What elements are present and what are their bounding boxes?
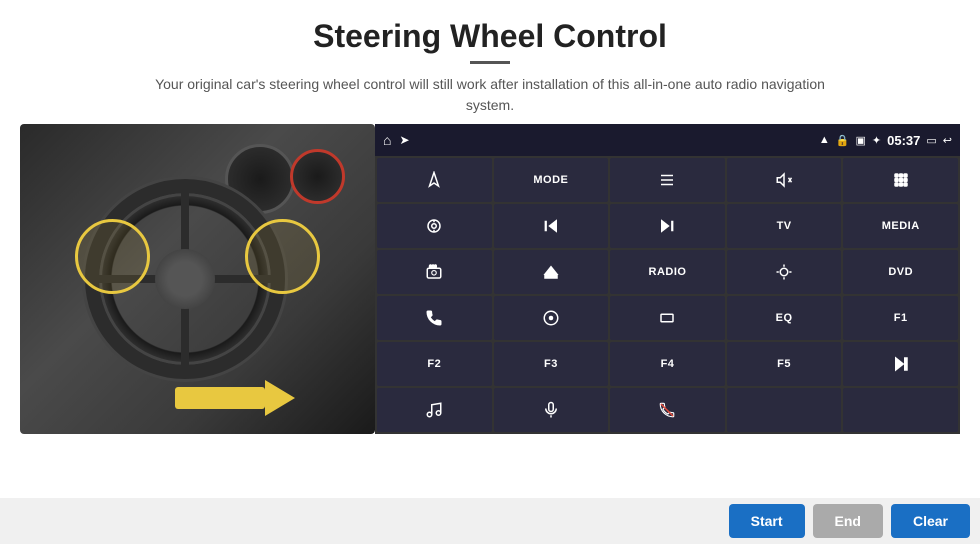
phone-btn[interactable] bbox=[377, 296, 492, 340]
mic-btn[interactable] bbox=[494, 388, 609, 432]
f5-btn[interactable]: F5 bbox=[727, 342, 842, 386]
rectangle-btn[interactable] bbox=[610, 296, 725, 340]
prev-btn[interactable] bbox=[494, 204, 609, 248]
android-panel: ⌂ ➤ ▲ 🔒 ▣ ✦ 05:37 ▭ ↩ bbox=[375, 124, 960, 434]
camera-360-btn[interactable]: 360 bbox=[377, 250, 492, 294]
page-container: Steering Wheel Control Your original car… bbox=[0, 0, 980, 544]
bt-icon: ✦ bbox=[872, 134, 881, 147]
tv-btn[interactable]: TV bbox=[727, 204, 842, 248]
nav-btn[interactable] bbox=[377, 158, 492, 202]
title-divider bbox=[470, 61, 510, 64]
lock-icon: 🔒 bbox=[836, 134, 850, 147]
buttons-grid: MODE bbox=[375, 156, 960, 434]
eq-btn[interactable]: EQ bbox=[727, 296, 842, 340]
list-btn[interactable] bbox=[610, 158, 725, 202]
send-icon: ➤ bbox=[399, 133, 409, 147]
wifi-icon: ▲ bbox=[819, 134, 830, 146]
compass-btn[interactable] bbox=[494, 296, 609, 340]
media-btn[interactable]: MEDIA bbox=[843, 204, 958, 248]
empty-btn-5[interactable] bbox=[843, 388, 958, 432]
end-button[interactable]: End bbox=[813, 504, 883, 538]
eject-btn[interactable] bbox=[494, 250, 609, 294]
play-pause-btn[interactable] bbox=[843, 342, 958, 386]
mode-btn[interactable]: MODE bbox=[494, 158, 609, 202]
settings-circle-btn[interactable] bbox=[377, 204, 492, 248]
start-button[interactable]: Start bbox=[729, 504, 805, 538]
music-btn[interactable] bbox=[377, 388, 492, 432]
screen-icon: ▭ bbox=[926, 134, 936, 147]
empty-btn-4[interactable] bbox=[727, 388, 842, 432]
f4-btn[interactable]: F4 bbox=[610, 342, 725, 386]
circle-highlight-left bbox=[75, 219, 150, 294]
next-btn[interactable] bbox=[610, 204, 725, 248]
gauge-right bbox=[290, 149, 345, 204]
bottom-bar: Start End Clear bbox=[0, 498, 980, 544]
status-time: 05:37 bbox=[887, 133, 920, 148]
clear-button[interactable]: Clear bbox=[891, 504, 970, 538]
f1-btn[interactable]: F1 bbox=[843, 296, 958, 340]
brightness-btn[interactable] bbox=[727, 250, 842, 294]
radio-btn[interactable]: RADIO bbox=[610, 250, 725, 294]
content-section: ⌂ ➤ ▲ 🔒 ▣ ✦ 05:37 ▭ ↩ bbox=[0, 124, 980, 544]
apps-btn[interactable] bbox=[843, 158, 958, 202]
mute-btn[interactable] bbox=[727, 158, 842, 202]
svg-text:360: 360 bbox=[430, 265, 437, 269]
page-title: Steering Wheel Control bbox=[20, 18, 960, 55]
back-icon: ↩ bbox=[943, 134, 952, 147]
car-image bbox=[20, 124, 375, 434]
dvd-btn[interactable]: DVD bbox=[843, 250, 958, 294]
f2-btn[interactable]: F2 bbox=[377, 342, 492, 386]
home-icon: ⌂ bbox=[383, 132, 391, 148]
circle-highlight-right bbox=[245, 219, 320, 294]
sd-icon: ▣ bbox=[856, 134, 866, 147]
header-section: Steering Wheel Control Your original car… bbox=[0, 0, 980, 124]
f3-btn[interactable]: F3 bbox=[494, 342, 609, 386]
subtitle: Your original car's steering wheel contr… bbox=[140, 74, 840, 116]
phone-end-btn[interactable] bbox=[610, 388, 725, 432]
status-bar: ⌂ ➤ ▲ 🔒 ▣ ✦ 05:37 ▭ ↩ bbox=[375, 124, 960, 156]
